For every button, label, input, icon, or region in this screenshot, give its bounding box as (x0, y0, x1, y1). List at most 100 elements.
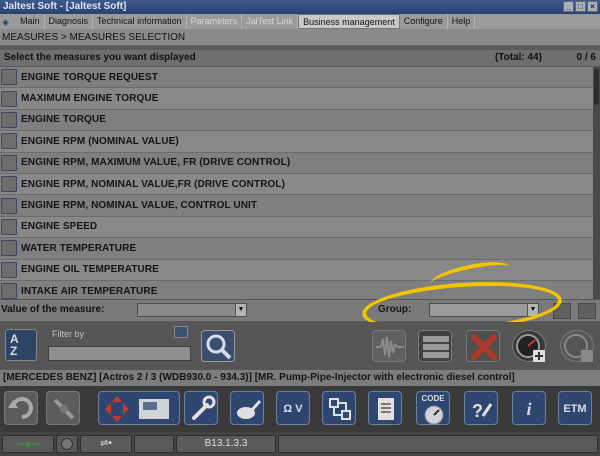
measure-label: ENGINE RPM, MAXIMUM VALUE, FR (DRIVE CON… (21, 157, 291, 169)
waveform-button[interactable] (372, 330, 406, 362)
connection-status: ━●━ (2, 435, 54, 453)
measure-label: ENGINE RPM, NOMINAL VALUE,FR (DRIVE CONT… (21, 178, 286, 190)
menu-item-parameters[interactable]: Parameters (187, 14, 243, 29)
wrench-icon (192, 395, 216, 420)
measure-checkbox[interactable] (1, 154, 17, 171)
measure-label: INTAKE AIR TEMPERATURE (21, 285, 158, 297)
circuit-diagram-icon (329, 398, 351, 420)
list-item[interactable]: ENGINE RPM, NOMINAL VALUE,FR (DRIVE CONT… (0, 173, 593, 196)
menu-item-diagnosis[interactable]: Diagnosis (45, 14, 94, 29)
measure-label: ENGINE SPEED (21, 221, 98, 233)
list-scrollbar[interactable] (593, 67, 600, 299)
measure-label: MAXIMUM ENGINE TORQUE (21, 93, 159, 105)
list-item[interactable]: WATER TEMPERATURE (0, 238, 593, 260)
menu-bar: ◈ Main Diagnosis Technical information P… (0, 14, 600, 29)
info-button[interactable]: i (512, 391, 546, 425)
menu-item-business-management[interactable]: Business management (298, 14, 400, 29)
selected-count: 0 / 6 (576, 52, 596, 63)
gauge-check-icon (564, 334, 593, 362)
measure-checkbox[interactable] (1, 283, 17, 299)
status-message (278, 435, 598, 453)
vehicle-system-button[interactable] (98, 391, 180, 425)
measure-list-button[interactable] (418, 330, 452, 362)
measure-label: ENGINE RPM (NOMINAL VALUE) (21, 135, 179, 147)
value-of-measure-select[interactable]: ▼ (137, 303, 247, 317)
back-arrow-icon (8, 397, 33, 419)
close-button[interactable]: × (587, 1, 598, 12)
measure-checkbox[interactable] (1, 176, 17, 193)
filter-toggle-button[interactable] (174, 326, 188, 338)
diagram-button[interactable] (322, 391, 356, 425)
gauge-view-button[interactable] (560, 330, 594, 362)
document-icon (378, 398, 394, 420)
status-empty-cell (134, 435, 174, 453)
measure-checkbox[interactable] (1, 69, 17, 86)
measure-checkbox[interactable] (1, 240, 17, 257)
help-button[interactable]: ? (464, 391, 498, 425)
back-button[interactable] (4, 391, 38, 425)
filter-input[interactable] (48, 346, 191, 361)
list-header: Select the measures you want displayed (… (0, 50, 600, 66)
list-item[interactable]: ENGINE RPM (NOMINAL VALUE) (0, 131, 593, 153)
menu-item-technical-information[interactable]: Technical information (93, 14, 187, 29)
filter-tool-row: A Z Filter by (0, 322, 600, 370)
measure-checkbox[interactable] (1, 197, 17, 214)
oil-can-icon (237, 400, 262, 419)
app-icon[interactable]: ◈ (2, 16, 14, 28)
list-item[interactable]: ENGINE SPEED (0, 216, 593, 239)
list-item[interactable]: ENGINE TORQUE REQUEST (0, 67, 593, 89)
red-x-icon (471, 334, 497, 360)
measure-label: ENGINE TORQUE REQUEST (21, 71, 158, 83)
magnifier-icon (206, 334, 232, 360)
chevron-down-icon: ▼ (235, 304, 246, 316)
units-icon: Ω V (283, 403, 303, 415)
code-label: CODE (421, 394, 445, 403)
minimize-button[interactable]: _ (563, 1, 574, 12)
measure-label: ENGINE OIL TEMPERATURE (21, 264, 159, 276)
maintenance-button[interactable] (230, 391, 264, 425)
delete-button[interactable] (466, 330, 500, 362)
waveform-icon (376, 336, 404, 358)
window-title: Jaltest Soft - [Jaltest Soft] (3, 1, 127, 12)
sort-az-button[interactable]: A Z (5, 329, 37, 361)
disconnect-button[interactable] (46, 391, 80, 425)
status-bar: ━●━ ⇌• B13.1.3.3 (0, 432, 600, 456)
usb-status: ⇌• (80, 435, 132, 453)
measure-label: ENGINE RPM, NOMINAL VALUE, CONTROL UNIT (21, 200, 258, 212)
window-titlebar: Jaltest Soft - [Jaltest Soft] _ □ × (0, 0, 600, 14)
truck-icon (105, 396, 169, 422)
list-item[interactable]: ENGINE RPM, MAXIMUM VALUE, FR (DRIVE CON… (0, 152, 593, 174)
list-item[interactable]: ENGINE RPM, NOMINAL VALUE, CONTROL UNIT (0, 195, 593, 217)
maximize-button[interactable]: □ (575, 1, 586, 12)
documents-button[interactable] (368, 391, 402, 425)
etm-button[interactable]: ETM (558, 391, 592, 425)
version-label: B13.1.3.3 (176, 435, 276, 453)
svg-text:?: ? (472, 401, 483, 421)
status-indicator (56, 435, 78, 453)
measure-checkbox[interactable] (1, 218, 17, 235)
breadcrumb: MEASURES > MEASURES SELECTION (0, 29, 600, 46)
menu-item-configure[interactable]: Configure (400, 14, 448, 29)
measure-checkbox[interactable] (1, 261, 17, 278)
measure-checkbox[interactable] (1, 90, 17, 107)
code-button[interactable]: CODE (416, 391, 450, 425)
list-stack-icon (423, 336, 449, 358)
info-icon: i (526, 399, 532, 419)
refresh-button[interactable] (578, 303, 596, 319)
list-item[interactable]: ENGINE TORQUE (0, 109, 593, 132)
gauge-add-icon (516, 334, 545, 362)
units-button[interactable]: Ω V (276, 391, 310, 425)
menu-item-help[interactable]: Help (448, 14, 476, 29)
search-button[interactable] (201, 330, 235, 362)
status-dot-icon (61, 438, 73, 450)
measure-checkbox[interactable] (1, 133, 17, 150)
usb-icon: ⇌• (100, 438, 112, 449)
menu-item-jaltest-link[interactable]: JalTest Link (242, 14, 299, 29)
scrollbar-thumb[interactable] (594, 69, 599, 105)
measure-checkbox[interactable] (1, 111, 17, 128)
list-item[interactable]: MAXIMUM ENGINE TORQUE (0, 88, 593, 110)
tools-button[interactable] (184, 391, 218, 425)
menu-item-main[interactable]: Main (16, 14, 45, 29)
value-of-measure-label: Value of the measure: (1, 304, 105, 315)
add-gauge-button[interactable] (512, 330, 546, 362)
